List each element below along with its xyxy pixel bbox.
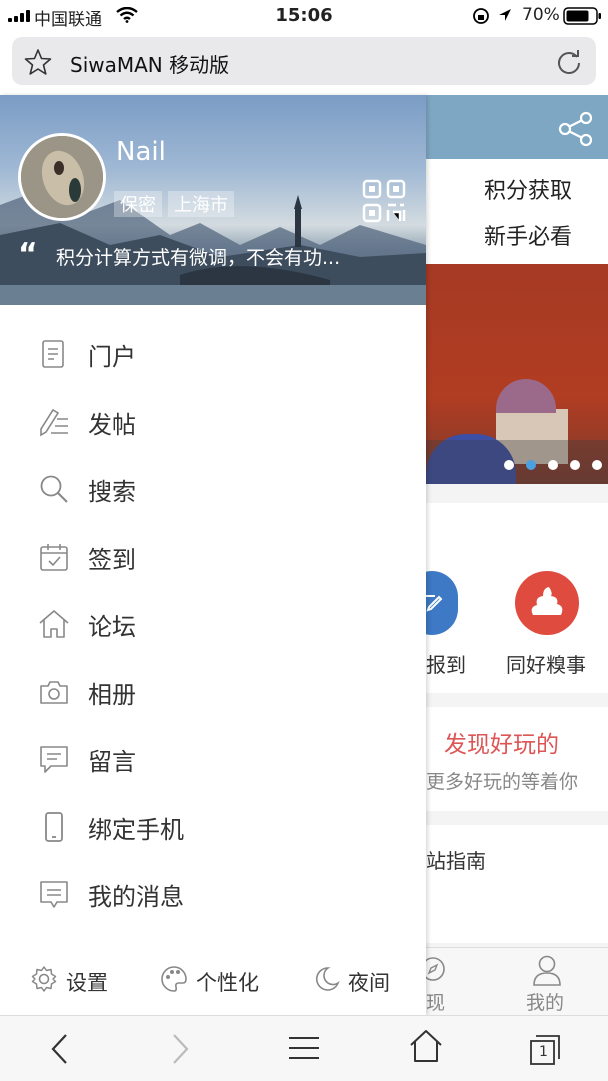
menu-item[interactable]: 相册 <box>0 659 426 725</box>
message-icon <box>38 743 70 775</box>
username[interactable]: Nail <box>116 137 166 167</box>
menu-item-label: 发帖 <box>88 410 136 439</box>
reload-icon[interactable] <box>556 49 582 75</box>
side-drawer: Nail 保密 上海市 “ 积分计算方式有微调，不会有功... 门户发帖搜索签到… <box>0 95 426 1015</box>
battery-icon <box>563 7 601 25</box>
browser-toolbar: 1 <box>0 1015 608 1081</box>
document-icon <box>38 338 70 370</box>
drawer-footer: 设置 个性化 夜间 <box>0 947 426 1015</box>
star-icon[interactable] <box>24 48 52 76</box>
menu-item[interactable]: 我的消息 <box>0 861 426 927</box>
jokes-action-icon[interactable] <box>515 571 579 635</box>
menu-item[interactable]: 论坛 <box>0 591 426 657</box>
menu-item-label: 我的消息 <box>88 883 184 911</box>
tabs-button[interactable]: 1 <box>528 1032 562 1066</box>
chat-icon <box>38 878 70 910</box>
forward-icon[interactable] <box>166 1032 194 1066</box>
clock: 15:06 <box>275 5 333 26</box>
palette-icon <box>161 966 187 992</box>
qr-code-icon[interactable] <box>362 179 406 223</box>
menu-item[interactable]: 签到 <box>0 524 426 590</box>
guide-link[interactable]: 站指南 <box>426 845 486 874</box>
gender-tag: 保密 <box>114 191 162 217</box>
drawer-header: Nail 保密 上海市 “ 积分计算方式有微调，不会有功... <box>0 95 426 305</box>
menu-item[interactable]: 门户 <box>0 321 426 387</box>
menu-item-label: 签到 <box>88 545 136 574</box>
home-icon <box>38 608 70 640</box>
night-mode-button[interactable]: 夜间 <box>348 967 390 997</box>
bg-action-checkin[interactable]: 报到 <box>426 649 466 678</box>
drawer-menu: 门户发帖搜索签到论坛相册留言绑定手机我的消息 <box>0 321 426 931</box>
tabs-count: 1 <box>539 1044 548 1060</box>
address-bar[interactable]: SiwaMAN 移动版 <box>12 37 596 85</box>
bg-action-jokes[interactable]: 同好糗事 <box>506 649 586 678</box>
calendar-check-icon <box>38 541 70 573</box>
location-tag: 上海市 <box>168 191 234 217</box>
back-icon[interactable] <box>46 1032 74 1066</box>
bg-link-newbie[interactable]: 新手必看 <box>484 219 572 251</box>
menu-item[interactable]: 绑定手机 <box>0 794 426 860</box>
orientation-lock-icon <box>473 8 489 24</box>
location-icon <box>499 9 511 21</box>
page-title: SiwaMAN 移动版 <box>70 53 230 77</box>
settings-button[interactable]: 设置 <box>66 967 108 997</box>
announcement-text[interactable]: 积分计算方式有微调，不会有功... <box>56 243 340 270</box>
quote-mark-icon: “ <box>18 237 38 272</box>
bg-link-points[interactable]: 积分获取 <box>484 173 572 205</box>
share-icon[interactable] <box>558 111 594 147</box>
gear-icon <box>31 966 57 992</box>
personalize-button[interactable]: 个性化 <box>196 967 259 997</box>
phone-icon <box>38 811 70 843</box>
battery-percent: 70% <box>522 5 560 25</box>
menu-item-label: 搜索 <box>88 478 136 506</box>
bg-header <box>426 95 608 159</box>
camera-icon <box>38 676 70 708</box>
menu-item-label: 留言 <box>88 748 136 776</box>
user-icon <box>533 955 561 986</box>
avatar[interactable] <box>18 133 106 221</box>
pen-icon <box>38 406 70 438</box>
tab-discover[interactable]: 现 <box>426 988 445 1015</box>
menu-item-label: 门户 <box>88 343 136 371</box>
tab-mine[interactable]: 我的 <box>526 988 564 1015</box>
menu-item[interactable]: 留言 <box>0 726 426 792</box>
menu-icon[interactable] <box>288 1034 320 1062</box>
discover-subtitle: 更多好玩的等着你 <box>426 771 579 793</box>
menu-item-label: 绑定手机 <box>88 815 184 844</box>
moon-icon <box>316 967 340 991</box>
search-icon <box>38 473 70 505</box>
discover-title[interactable]: 发现好玩的 <box>444 725 559 759</box>
menu-item[interactable]: 搜索 <box>0 456 426 522</box>
home-icon[interactable] <box>408 1028 444 1064</box>
carousel-dots[interactable] <box>504 460 602 470</box>
menu-item[interactable]: 发帖 <box>0 389 426 455</box>
status-bar: 中国联通 15:06 70% <box>0 0 608 32</box>
menu-item-label: 相册 <box>88 680 136 709</box>
menu-item-label: 论坛 <box>88 613 136 641</box>
banner-image[interactable] <box>426 264 608 484</box>
